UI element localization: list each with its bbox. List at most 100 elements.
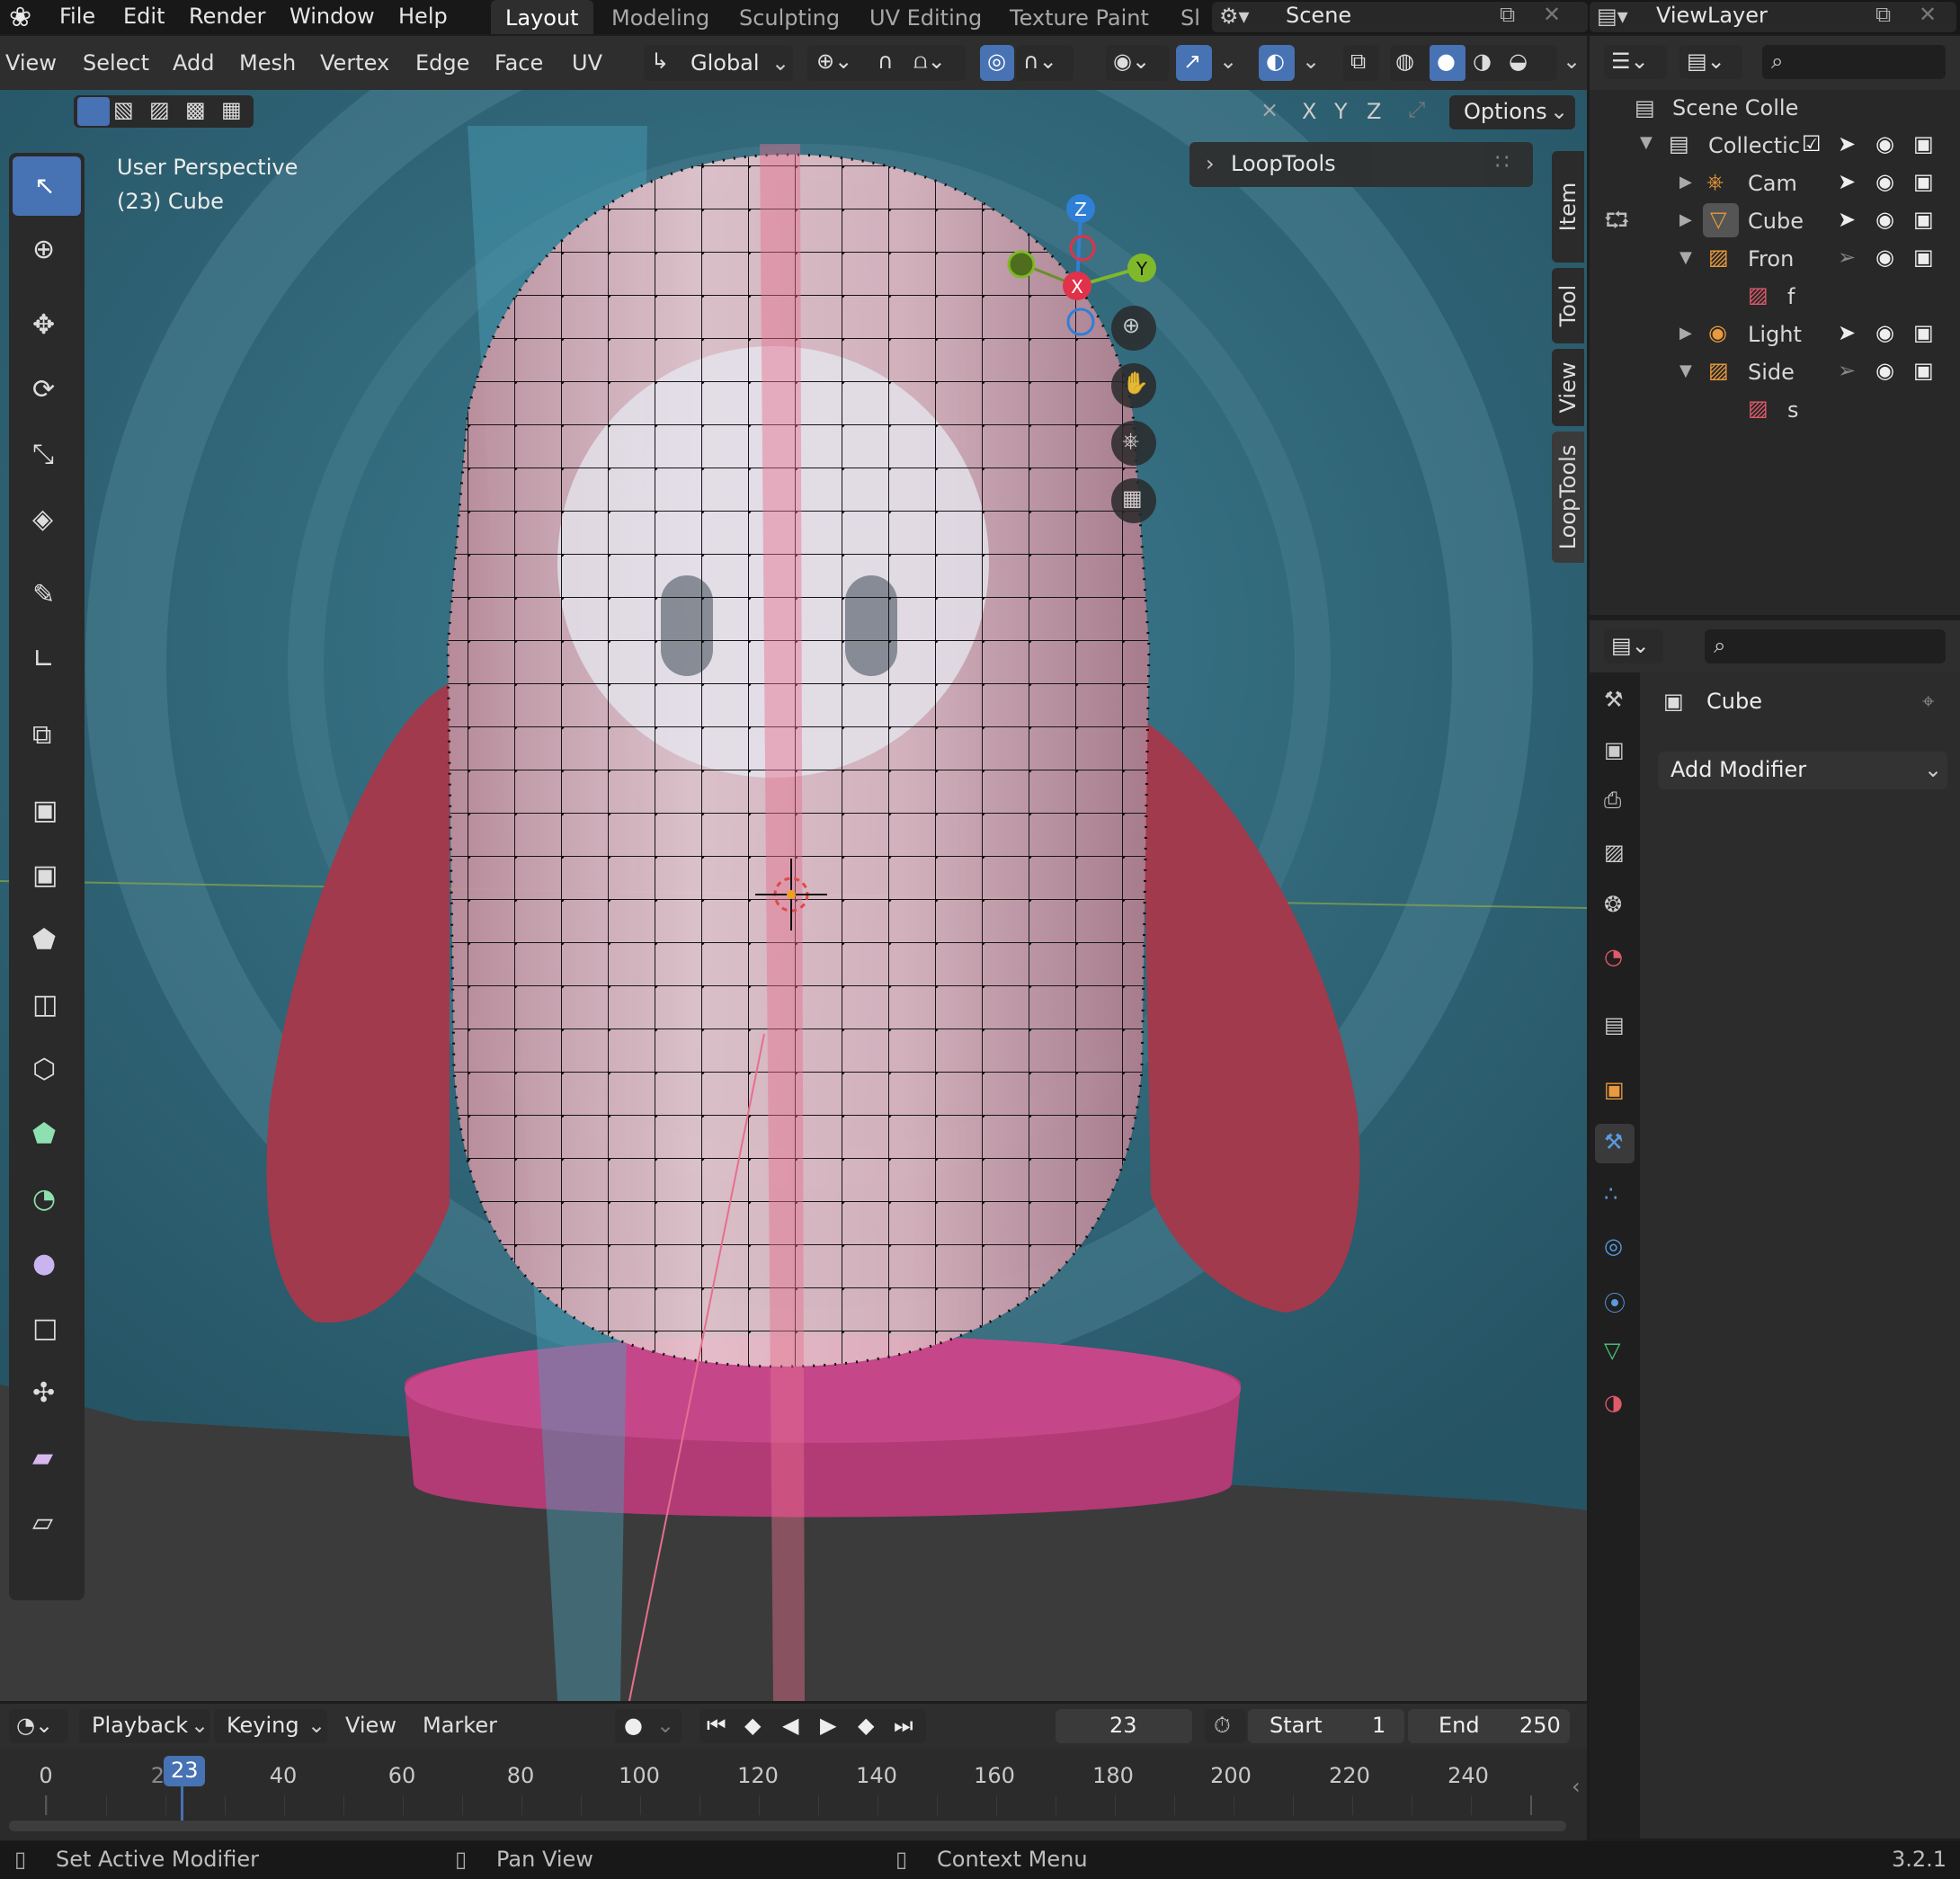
tab-uv-editing[interactable]: UV Editing — [855, 0, 996, 34]
eye-icon[interactable]: ◉ — [1875, 207, 1894, 232]
expand-right-icon[interactable]: ▶ — [1679, 210, 1692, 229]
tab-item[interactable]: Item — [1552, 151, 1584, 263]
menu-marker[interactable]: Marker — [423, 1713, 497, 1738]
tab-layout[interactable]: Layout — [491, 0, 593, 34]
add-cube-tool[interactable]: ⧉ — [13, 707, 81, 766]
select-intersect-icon[interactable]: ▦ — [221, 97, 242, 122]
cursor-tool[interactable]: ⊕ — [13, 221, 81, 281]
tab-data[interactable]: ▽ — [1595, 1332, 1635, 1372]
editor-type-dropdown[interactable]: ◔⌄ — [9, 1709, 68, 1743]
smooth-tool[interactable]: ● — [13, 1235, 81, 1295]
eye-icon[interactable]: ◉ — [1875, 320, 1894, 345]
preview-range-toggle[interactable]: ⏱ — [1205, 1709, 1246, 1743]
tab-looptools[interactable]: LoopTools — [1552, 432, 1584, 563]
timeline-ruler[interactable]: 0 20 40 60 80 100 120 140 160 180 200 22… — [0, 1749, 1587, 1839]
zoom-view-button[interactable]: ⊕ — [1111, 306, 1156, 351]
bevel-tool[interactable]: ⬟ — [13, 912, 81, 971]
expand-right-icon[interactable]: ▶ — [1679, 173, 1692, 191]
properties-search-input[interactable]: ⌕ — [1705, 629, 1946, 663]
play-icon[interactable]: ▶ — [820, 1713, 836, 1738]
chevron-left-icon[interactable]: ‹ — [1572, 1774, 1581, 1799]
jump-start-icon[interactable]: ⏮ — [707, 1713, 726, 1738]
tab-object[interactable]: ▣ — [1595, 1072, 1635, 1111]
add-modifier-dropdown[interactable]: Add Modifier ⌄ — [1658, 752, 1947, 789]
outliner-row-front[interactable]: ▼ ▨ Fron ➢ ◉ ▣ — [1590, 241, 1960, 277]
eye-icon[interactable]: ◉ — [1875, 131, 1894, 156]
shrink-fatten-tool[interactable]: ✣ — [13, 1365, 81, 1424]
new-view-layer-icon[interactable]: ⧉ — [1875, 2, 1891, 27]
outliner-row-front-image[interactable]: ▨ f — [1590, 279, 1960, 315]
select-arrow-outline-icon[interactable]: ➢ — [1838, 358, 1856, 383]
tab-modeling[interactable]: Modeling — [597, 0, 724, 34]
tab-output[interactable]: ⎙ — [1595, 782, 1635, 822]
options-dropdown[interactable]: Options ⌄ — [1449, 95, 1575, 129]
tab-sculpting[interactable]: Sculpting — [725, 0, 854, 34]
expand-down-icon[interactable]: ▼ — [1679, 248, 1692, 267]
outliner-row-light[interactable]: ▶ ◉ Light ➤ ◉ ▣ — [1590, 316, 1960, 352]
menu-view[interactable]: View — [345, 1713, 396, 1738]
menu-add[interactable]: Add — [173, 50, 214, 76]
transform-orientation-dropdown[interactable]: ↳ Global ⌄ — [644, 45, 793, 81]
eye-icon[interactable]: ◉ — [1875, 358, 1894, 383]
tab-view-layer[interactable]: ▨ — [1595, 834, 1635, 874]
display-mode-dropdown[interactable]: ▤⌄ — [1679, 45, 1742, 79]
end-frame-field[interactable]: End 250 — [1408, 1709, 1570, 1743]
rotate-tool[interactable]: ⟳ — [13, 361, 81, 421]
pivot-point-dropdown[interactable]: ⊕⌄ — [807, 45, 878, 81]
menu-help[interactable]: Help — [398, 4, 448, 29]
menu-file[interactable]: File — [59, 4, 95, 29]
select-box-tool[interactable]: ↖ — [13, 156, 81, 216]
render-camera-icon[interactable]: ▣ — [1913, 131, 1934, 156]
snapping-toggle[interactable]: ∩ ⩍⌄ — [870, 45, 966, 81]
menu-face[interactable]: Face — [494, 50, 543, 76]
outliner-row-side[interactable]: ▼ ▨ Side ➢ ◉ ▣ — [1590, 354, 1960, 390]
jump-end-icon[interactable]: ⏭ — [894, 1713, 913, 1738]
play-reverse-icon[interactable]: ◀ — [782, 1713, 798, 1738]
view-layer-selector[interactable]: ▤▾ ViewLayer ⧉ ✕ — [1590, 2, 1956, 32]
expand-down-icon[interactable]: ▼ — [1640, 133, 1653, 152]
spin-tool[interactable]: ◔ — [13, 1171, 81, 1230]
xray-toggle[interactable]: ⧉ — [1343, 45, 1379, 81]
wireframe-shading-icon[interactable]: ◍ — [1395, 49, 1414, 74]
mirror-x-toggle[interactable]: X — [1302, 99, 1316, 124]
tab-modifiers[interactable]: ⚒ — [1595, 1124, 1635, 1163]
eye-icon[interactable]: ◉ — [1875, 245, 1894, 270]
poly-build-tool[interactable]: ⬟ — [13, 1106, 81, 1165]
expand-right-icon[interactable]: ▶ — [1679, 324, 1692, 343]
render-camera-icon[interactable]: ▣ — [1913, 169, 1934, 194]
extrude-tool[interactable]: ▣ — [13, 782, 81, 842]
pan-view-button[interactable]: ✋ — [1111, 363, 1156, 408]
eye-icon[interactable]: ◉ — [1875, 169, 1894, 194]
menu-select[interactable]: Select — [83, 50, 149, 76]
tab-particles[interactable]: ∴ — [1595, 1176, 1635, 1216]
tab-scene[interactable]: ❂ — [1595, 886, 1635, 926]
knife-tool[interactable]: ⬡ — [13, 1041, 81, 1100]
camera-view-button[interactable]: ⎈ — [1111, 421, 1156, 466]
select-arrow-icon[interactable]: ➤ — [1838, 169, 1856, 194]
proportional-editing-toggle[interactable]: ◎ — [980, 45, 1014, 81]
tab-physics[interactable]: ◎ — [1595, 1228, 1635, 1268]
outliner-search-input[interactable]: ⌕ — [1762, 45, 1946, 79]
pin-icon[interactable]: ⌖ — [1922, 689, 1935, 714]
select-subtract-icon[interactable]: ▨ — [149, 97, 170, 122]
select-arrow-icon[interactable]: ➤ — [1838, 131, 1856, 156]
menu-window[interactable]: Window — [290, 4, 375, 29]
playhead[interactable]: 23 — [164, 1756, 205, 1786]
prev-keyframe-icon[interactable]: ◆ — [744, 1713, 761, 1738]
shear-tool[interactable]: ▰ — [13, 1429, 81, 1489]
editor-type-dropdown[interactable]: ▤⌄ — [1604, 629, 1663, 663]
inset-tool[interactable]: ▣ — [13, 847, 81, 906]
chevron-down-icon[interactable]: ⌄ — [1302, 49, 1320, 74]
looptools-panel[interactable]: › LoopTools ∷ — [1189, 142, 1533, 187]
current-frame-field[interactable]: 23 — [1056, 1709, 1192, 1743]
chevron-down-icon[interactable]: ⌄ — [1219, 49, 1237, 74]
tab-world[interactable]: ◔ — [1595, 939, 1635, 978]
start-frame-field[interactable]: Start 1 — [1248, 1709, 1404, 1743]
scale-tool[interactable]: ⤡ — [13, 426, 81, 485]
mirror-y-toggle[interactable]: Y — [1334, 99, 1348, 124]
menu-mesh[interactable]: Mesh — [239, 50, 296, 76]
outliner-row-collection[interactable]: ▼ ▤ Collectic ☑ ➤ ◉ ▣ — [1590, 128, 1960, 164]
mirror-z-toggle[interactable]: Z — [1367, 99, 1381, 124]
material-shading-icon[interactable]: ◑ — [1473, 49, 1492, 74]
render-camera-icon[interactable]: ▣ — [1913, 320, 1934, 345]
